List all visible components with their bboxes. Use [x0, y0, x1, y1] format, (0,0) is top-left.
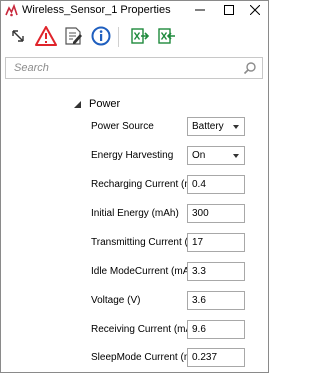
- toolbar-separator: [118, 27, 119, 47]
- search-icon: [243, 61, 257, 78]
- edit-document-icon: [65, 27, 82, 45]
- expand-arrows-button[interactable]: [7, 25, 29, 47]
- property-label-initial-energy: Initial Energy (mAh): [91, 208, 179, 219]
- property-label-voltage: Voltage (V): [91, 295, 141, 306]
- voltage-field[interactable]: 3.6: [187, 291, 245, 310]
- minimize-button[interactable]: [187, 1, 213, 19]
- property-label-power-source: Power Source: [91, 121, 154, 132]
- chevron-down-icon: [233, 154, 239, 158]
- close-icon: [250, 5, 260, 15]
- recharging-current-field[interactable]: 0.4: [187, 175, 245, 194]
- group-header-power[interactable]: Power: [73, 98, 120, 110]
- receiving-current-field[interactable]: 9.6: [187, 320, 245, 339]
- app-logo-icon: [5, 3, 18, 17]
- property-label-sleep-mode-current: SleepMode Current (mA): [91, 352, 203, 363]
- properties-window: Wireless_Sensor_1 Properties Search Powe…: [0, 0, 269, 373]
- power-source-value: Battery: [192, 121, 224, 132]
- import-excel-button[interactable]: [156, 25, 178, 47]
- energy-harvesting-select[interactable]: On: [187, 146, 245, 165]
- edit-document-button[interactable]: [62, 25, 84, 47]
- property-label-energy-harvesting: Energy Harvesting: [91, 150, 174, 161]
- sleep-mode-current-field[interactable]: 0.237: [187, 348, 245, 367]
- maximize-icon: [224, 5, 234, 15]
- power-source-select[interactable]: Battery: [187, 117, 245, 136]
- property-label-receiving-current: Receiving Current (mA): [91, 324, 196, 335]
- chevron-down-icon: [233, 125, 239, 129]
- transmitting-current-field[interactable]: 17: [187, 233, 245, 252]
- maximize-button[interactable]: [216, 1, 242, 19]
- info-button[interactable]: [90, 25, 112, 47]
- close-button[interactable]: [242, 1, 268, 19]
- expand-arrows-icon: [12, 30, 24, 42]
- search-input[interactable]: Search: [5, 57, 263, 79]
- window-title: Wireless_Sensor_1 Properties: [22, 4, 171, 16]
- warning-icon: [35, 26, 57, 46]
- toolbar: [1, 21, 268, 51]
- collapse-triangle-icon[interactable]: [73, 100, 81, 108]
- energy-harvesting-value: On: [192, 150, 206, 161]
- warning-button[interactable]: [35, 25, 57, 47]
- minimize-icon: [195, 9, 205, 11]
- property-label-idle-mode-current: Idle ModeCurrent (mA): [91, 266, 193, 277]
- initial-energy-field[interactable]: 300: [187, 204, 245, 223]
- import-excel-icon: [158, 28, 175, 44]
- search-placeholder: Search: [14, 62, 49, 74]
- export-excel-icon: [131, 28, 150, 44]
- title-bar[interactable]: Wireless_Sensor_1 Properties: [1, 1, 268, 21]
- property-label-recharging-current: Recharging Current (mA): [91, 179, 203, 190]
- export-excel-button[interactable]: [129, 25, 151, 47]
- idle-mode-current-field[interactable]: 3.3: [187, 262, 245, 281]
- group-label: Power: [89, 98, 121, 110]
- info-icon: [91, 26, 111, 46]
